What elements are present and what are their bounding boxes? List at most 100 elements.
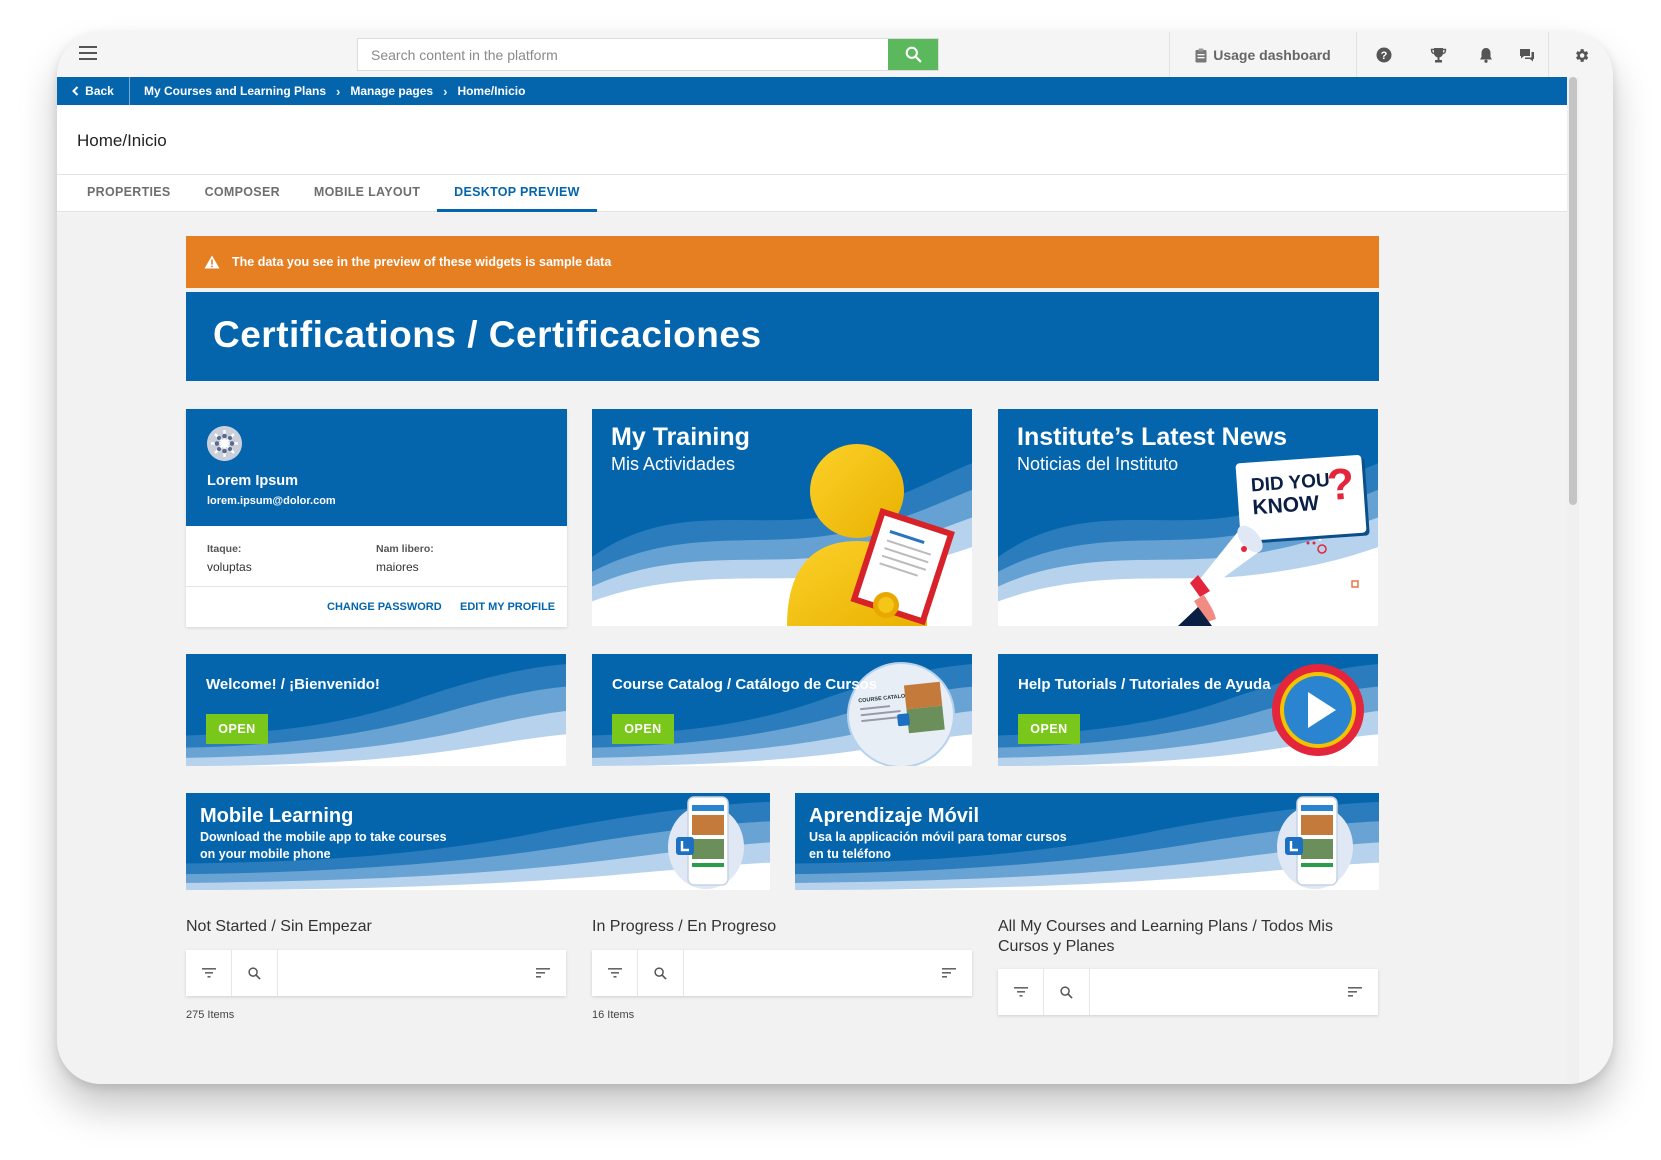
breadcrumb: My Courses and Learning Plans › Manage p…	[130, 84, 525, 99]
back-button[interactable]: Back	[57, 77, 130, 105]
chevron-right-icon: ›	[336, 83, 341, 99]
hero-title: Certifications / Certificaciones	[213, 314, 762, 355]
search-input[interactable]	[358, 39, 888, 70]
back-label: Back	[85, 84, 114, 98]
megaphone-icon	[1178, 525, 1263, 626]
breadcrumb-item[interactable]: Home/Inicio	[457, 84, 525, 98]
banner-title: Mobile Learning	[200, 805, 354, 827]
profile-email: lorem.ipsum@dolor.com	[207, 495, 336, 507]
trophy-button[interactable]	[1411, 32, 1466, 78]
hero-banner: Certifications / Certificaciones	[186, 292, 1379, 381]
avatar	[207, 426, 242, 461]
warning-text: The data you see in the preview of these…	[232, 255, 612, 269]
chevron-right-icon: ›	[443, 83, 448, 99]
search-icon	[905, 46, 921, 63]
menu-icon[interactable]	[79, 46, 97, 62]
help-button[interactable]: ?	[1356, 32, 1411, 78]
list-title: In Progress / En Progreso	[592, 918, 777, 935]
filter-icon	[607, 968, 622, 978]
card-subtitle: Noticias del Instituto	[1017, 454, 1179, 474]
person-certificate-illustration	[787, 444, 955, 626]
bubble-text: KNOW	[1251, 491, 1320, 520]
mobile-learning-banner[interactable]: Mobile Learning Download the mobile app …	[186, 793, 770, 890]
banner-text: on your mobile phone	[200, 847, 331, 861]
scrollbar-thumb[interactable]	[1569, 77, 1577, 505]
sample-data-warning: The data you see in the preview of these…	[186, 236, 1379, 288]
sort-button[interactable]	[520, 950, 566, 996]
breadcrumb-item[interactable]: Manage pages	[350, 84, 433, 98]
vertical-scrollbar[interactable]	[1567, 77, 1579, 1084]
usage-dashboard-button[interactable]: Usage dashboard	[1169, 32, 1356, 78]
top-bar: Usage dashboard ?	[57, 32, 1613, 78]
list-search-field[interactable]	[1090, 969, 1332, 1015]
filter-button[interactable]	[186, 950, 232, 996]
search-icon	[248, 966, 261, 980]
banner-text: en tu teléfono	[809, 847, 891, 861]
profile-field-value: voluptas	[207, 560, 252, 574]
catalog-thumbnail-label: COURSE CATALOG	[858, 693, 910, 705]
banner-title: Aprendizaje Móvil	[809, 805, 980, 827]
decorative-dots	[1306, 539, 1359, 588]
search-button[interactable]	[888, 39, 938, 70]
svg-text:?: ?	[1381, 50, 1388, 62]
welcome-card: Welcome! / ¡Bienvenido! OPEN	[186, 654, 566, 766]
list-toolbar	[592, 950, 972, 996]
tab-properties[interactable]: PROPERTIES	[57, 175, 188, 212]
list-toolbar	[998, 969, 1378, 1015]
edit-profile-link[interactable]: EDIT MY PROFILE	[460, 601, 555, 613]
aprendizaje-movil-banner[interactable]: Aprendizaje Móvil Usa la applicación móv…	[795, 793, 1379, 890]
trophy-icon	[1430, 48, 1447, 63]
preview-area: The data you see in the preview of these…	[57, 213, 1567, 1084]
search-button[interactable]	[638, 950, 684, 996]
search-button[interactable]	[232, 950, 278, 996]
divider	[186, 586, 567, 587]
gear-icon	[1575, 48, 1588, 62]
sort-button[interactable]	[926, 950, 972, 996]
search-button[interactable]	[1044, 969, 1090, 1015]
messages-button[interactable]	[1506, 32, 1548, 78]
list-search-field[interactable]	[278, 950, 520, 996]
change-password-link[interactable]: CHANGE PASSWORD	[327, 601, 442, 613]
breadcrumb-item[interactable]: My Courses and Learning Plans	[144, 84, 326, 98]
items-count: 16 Items	[592, 1009, 635, 1021]
course-catalog-card: COURSE CATALOG Course Catalog / Catálogo…	[592, 654, 972, 766]
chevron-left-icon	[72, 86, 79, 96]
profile-field-label: Itaque:	[207, 543, 242, 555]
sort-icon	[942, 968, 956, 978]
card-title: My Training	[611, 423, 750, 451]
open-button[interactable]: OPEN	[206, 714, 268, 744]
tab-mobile-layout[interactable]: MOBILE LAYOUT	[297, 175, 437, 212]
profile-field-label: Nam libero:	[376, 543, 434, 555]
tab-composer[interactable]: COMPOSER	[188, 175, 297, 212]
open-button[interactable]: OPEN	[1018, 714, 1080, 744]
list-title: Not Started / Sin Empezar	[186, 918, 372, 935]
banner-text: Usa la applicación móvil para tomar curs…	[809, 830, 1067, 844]
sort-icon	[536, 968, 550, 978]
open-button[interactable]: OPEN	[612, 714, 674, 744]
profile-header: Lorem Ipsum lorem.ipsum@dolor.com	[186, 409, 567, 526]
card-subtitle: Mis Actividades	[611, 454, 736, 474]
search-bar	[357, 38, 939, 71]
filter-button[interactable]	[592, 950, 638, 996]
app-window: Usage dashboard ? Back My Cour	[57, 32, 1613, 1084]
latest-news-card[interactable]: Institute’s Latest News Noticias del Ins…	[998, 409, 1378, 626]
chat-icon	[1520, 48, 1534, 61]
card-title: Welcome! / ¡Bienvenido!	[206, 676, 380, 693]
list-toolbar	[186, 950, 566, 996]
profile-name: Lorem Ipsum	[207, 473, 299, 489]
sort-button[interactable]	[1332, 969, 1378, 1015]
list-search-field[interactable]	[684, 950, 926, 996]
play-icon	[1272, 664, 1364, 756]
profile-card: Lorem Ipsum lorem.ipsum@dolor.com Itaque…	[186, 409, 567, 627]
list-title: All My Courses and Learning Plans / Todo…	[998, 918, 1333, 955]
notifications-button[interactable]	[1466, 32, 1506, 78]
search-icon	[654, 966, 667, 980]
top-bar-actions: Usage dashboard ?	[1169, 32, 1613, 78]
help-icon: ?	[1376, 47, 1392, 63]
wave-decoration	[186, 654, 566, 766]
my-training-card[interactable]: My Training Mis Actividades	[592, 409, 972, 626]
settings-button[interactable]	[1548, 32, 1613, 78]
filter-button[interactable]	[998, 969, 1044, 1015]
usage-dashboard-label: Usage dashboard	[1213, 47, 1331, 63]
tab-desktop-preview[interactable]: DESKTOP PREVIEW	[437, 175, 597, 212]
